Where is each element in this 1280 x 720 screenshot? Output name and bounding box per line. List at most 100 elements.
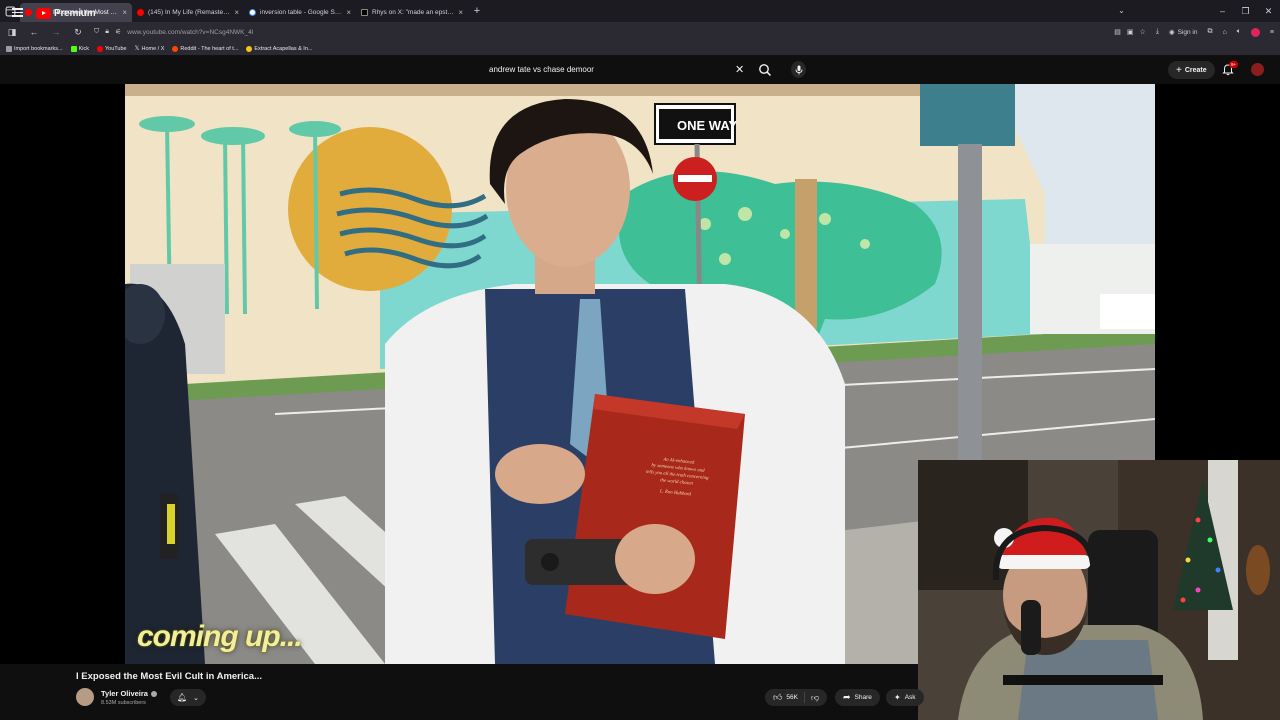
address-bar[interactable]: ⛉ 🔒︎ ⚟ www.youtube.com/watch?v=NCsg4NWK_… xyxy=(94,24,1146,40)
shield-icon[interactable]: ⛉ xyxy=(94,28,99,36)
x-icon: 𝕏 xyxy=(134,46,140,52)
tab-close-icon[interactable]: × xyxy=(234,8,239,17)
video-caption-overlay: coming up... xyxy=(137,620,303,653)
ask-label: Ask xyxy=(904,694,916,701)
bookmark-reddit[interactable]: Reddit - The heart of t... xyxy=(172,45,239,52)
webcam-image xyxy=(918,460,1280,720)
window-controls: ⌄ – ❐ ✕ xyxy=(1110,6,1280,17)
like-count: 56K xyxy=(786,694,798,701)
import-icon xyxy=(6,45,12,52)
hamburger-menu-icon[interactable] xyxy=(12,8,23,17)
channel-name: Tyler Oliveira xyxy=(101,689,148,698)
tab-close-icon[interactable]: × xyxy=(346,8,351,17)
bookmark-acapellas[interactable]: Extract Acapellas & In... xyxy=(246,45,313,52)
restore-icon[interactable]: ❐ xyxy=(1234,6,1257,17)
bookmark-star-icon[interactable]: ☆ xyxy=(1140,28,1146,36)
ask-button[interactable]: ✦ Ask xyxy=(886,689,924,706)
bookmark-label: Kick xyxy=(78,45,89,52)
extension-icon[interactable] xyxy=(1250,27,1260,37)
youtube-favicon-icon xyxy=(25,8,32,16)
back-arrow-icon[interactable]: ← xyxy=(28,27,40,37)
streamer-webcam-overlay xyxy=(918,460,1280,720)
mute-icon[interactable]: 🔈︎ xyxy=(1237,28,1241,36)
brand-label: Premium xyxy=(54,8,96,19)
forward-arrow-icon[interactable]: → xyxy=(50,27,62,37)
tab-title: inversion table - Google Search xyxy=(260,8,343,16)
like-button[interactable]: 👍︎ 56K xyxy=(765,692,805,703)
sign-in-button[interactable]: ◉ Sign in xyxy=(1168,28,1198,37)
minimize-icon[interactable]: – xyxy=(1211,6,1234,17)
verified-badge-icon xyxy=(150,690,157,697)
bookmark-label: Import bookmarks... xyxy=(14,45,63,52)
x-favicon-icon xyxy=(361,8,368,16)
picture-in-picture-icon[interactable]: ▣ xyxy=(1127,28,1134,36)
video-letterbox-right xyxy=(1155,84,1280,460)
tab-close-icon[interactable]: × xyxy=(122,8,127,17)
bookmark-x[interactable]: 𝕏 Home / X xyxy=(134,45,165,53)
permissions-icon[interactable]: ⚟ xyxy=(115,28,121,36)
close-window-icon[interactable]: ✕ xyxy=(1257,6,1280,17)
thumbs-up-icon: 👍︎ xyxy=(773,692,783,702)
browser-tab-bar: (145) I Exposed the Most Evil C × (145) … xyxy=(0,0,1280,22)
tab-close-icon[interactable]: × xyxy=(458,8,463,17)
bookmark-label: Extract Acapellas & In... xyxy=(254,45,313,52)
account-avatar[interactable] xyxy=(1251,63,1264,76)
share-button[interactable]: ➦ Share xyxy=(835,689,880,706)
sidebar-toggle-icon[interactable]: ◨ xyxy=(6,27,18,38)
tab-list-chevron-icon[interactable]: ⌄ xyxy=(1110,6,1133,17)
subscription-bell-button[interactable]: 🔔︎ ⌄ xyxy=(170,689,206,706)
bookmark-youtube[interactable]: YouTube xyxy=(97,45,127,52)
search-input[interactable]: andrew tate vs chase demoor xyxy=(489,65,594,74)
bell-icon: 🔔︎ xyxy=(176,693,188,702)
notification-count-badge: 9+ xyxy=(1229,61,1239,68)
lock-icon[interactable]: 🔒︎ xyxy=(105,28,109,36)
youtube-icon xyxy=(97,45,103,52)
bookmark-label: Reddit - The heart of t... xyxy=(180,45,239,52)
account-icon: ◉ xyxy=(1168,29,1175,36)
screenshot-icon[interactable]: ⌂ xyxy=(1222,29,1226,36)
reload-icon[interactable]: ↻ xyxy=(72,27,84,38)
plus-icon: + xyxy=(1176,64,1182,76)
acapella-icon xyxy=(246,45,253,52)
bookmark-import[interactable]: Import bookmarks... xyxy=(6,45,63,52)
share-arrow-icon: ➦ xyxy=(843,692,851,702)
sign-in-label: Sign in xyxy=(1177,28,1198,36)
browser-nav-bar: ◨ ← → ↻ ⛉ 🔒︎ ⚟ www.youtube.com/watch?v=N… xyxy=(0,22,1280,42)
channel-avatar[interactable] xyxy=(76,688,94,706)
create-label: Create xyxy=(1184,66,1207,74)
channel-name-link[interactable]: Tyler Oliveira xyxy=(101,689,157,698)
subscriber-count: 8.53M subscribers xyxy=(101,700,146,706)
svg-text:ONE WAY: ONE WAY xyxy=(677,118,738,133)
bookmark-kick[interactable]: Kick xyxy=(70,45,89,52)
video-letterbox-left xyxy=(0,84,125,664)
bookmark-label: Home / X xyxy=(141,45,165,52)
sparkle-icon: ✦ xyxy=(894,693,901,702)
dislike-button[interactable]: 👎︎ xyxy=(805,693,827,703)
create-button[interactable]: + Create xyxy=(1168,61,1215,79)
browser-tab[interactable]: inversion table - Google Search × xyxy=(244,3,356,22)
browser-tab[interactable]: (145) In My Life (Remastered 2( × xyxy=(132,3,244,22)
new-tab-button[interactable]: + xyxy=(468,5,486,17)
kick-icon xyxy=(70,45,77,52)
google-favicon-icon xyxy=(249,8,256,16)
bookmark-label: YouTube xyxy=(105,45,127,52)
like-dislike-group: 👍︎ 56K 👎︎ xyxy=(765,689,828,706)
clear-search-icon[interactable]: ✕ xyxy=(735,63,744,76)
url-text[interactable]: www.youtube.com/watch?v=NCsg4NWK_4I xyxy=(127,29,1108,36)
youtube-header xyxy=(0,56,1280,84)
browser-tab[interactable]: Rhys on X: "made an epstein fil × xyxy=(356,3,468,22)
search-icon[interactable] xyxy=(758,63,772,77)
download-icon[interactable]: ⤓ xyxy=(1156,28,1159,36)
extensions-puzzle-icon[interactable]: ⧉ xyxy=(1207,28,1212,36)
youtube-premium-logo[interactable]: Premium xyxy=(36,8,96,19)
tab-title: (145) In My Life (Remastered 2( xyxy=(148,8,231,16)
reddit-icon xyxy=(172,45,179,52)
bookmarks-bar: Import bookmarks... Kick YouTube 𝕏 Home /… xyxy=(0,42,1280,56)
reader-view-icon[interactable]: ▤ xyxy=(1114,28,1121,36)
video-title: I Exposed the Most Evil Cult in America.… xyxy=(76,671,262,682)
voice-search-button[interactable] xyxy=(791,61,806,78)
tab-title: Rhys on X: "made an epstein fil xyxy=(372,8,455,16)
thumbs-down-icon: 👎︎ xyxy=(810,692,820,702)
chevron-down-icon: ⌄ xyxy=(193,694,200,702)
menu-icon[interactable]: ≡ xyxy=(1270,29,1274,36)
